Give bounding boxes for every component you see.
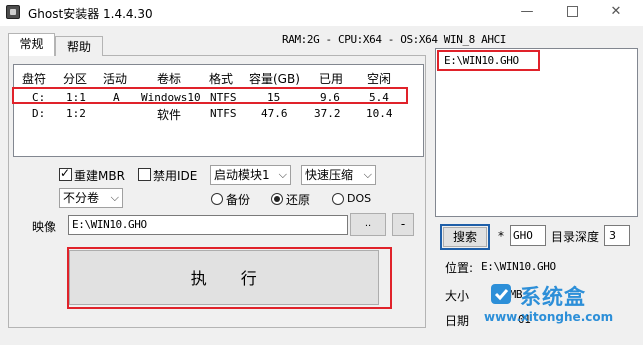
watermark-logo-icon [491,284,511,304]
compression-value: 快速压缩 [305,168,354,182]
restore-radio[interactable] [271,193,283,205]
location-label: 位置: [445,261,474,275]
chevron-down-icon: ⌵ [278,168,287,181]
boot-module-select[interactable]: 启动模块1 ⌵ [210,165,291,185]
column-header[interactable]: 容量(GB) [249,70,300,87]
maximize-button[interactable] [557,2,587,22]
disable-ide-checkbox[interactable] [138,168,151,181]
boot-module-value: 启动模块1 [214,168,270,182]
backup-radio[interactable] [211,193,223,205]
table-cell[interactable]: A [113,91,120,104]
split-volume-select[interactable]: 不分卷 ⌵ [59,188,123,208]
column-header[interactable]: 卷标 [157,70,181,87]
split-volume-value: 不分卷 [63,191,100,205]
compression-select[interactable]: 快速压缩 ⌵ [301,165,376,185]
table-cell[interactable]: 15 [267,91,280,104]
table-cell[interactable]: 5.4 [369,91,389,104]
backup-label[interactable]: 备份 [226,191,250,208]
minimize-button[interactable]: — [512,2,542,22]
dos-label[interactable]: DOS [347,192,371,205]
search-button[interactable]: 搜索 [443,227,487,247]
table-cell[interactable]: 软件 [157,106,181,123]
column-header[interactable]: 活动 [103,70,127,87]
chevron-down-icon: ⌵ [110,191,119,204]
table-cell[interactable]: NTFS [210,91,237,104]
rebuild-mbr-label[interactable]: 重建MBR [74,167,125,184]
disable-ide-label[interactable]: 禁用IDE [153,167,197,184]
tab-help[interactable]: 帮助 [55,36,103,56]
image-label: 映像 [32,220,57,234]
wildcard-label: * [498,229,504,243]
image-file-list[interactable] [435,48,638,217]
column-header[interactable]: 格式 [209,70,233,87]
chevron-down-icon: ⌵ [363,168,372,181]
close-button[interactable]: ✕ [601,2,631,22]
app-icon [6,5,20,19]
restore-label[interactable]: 还原 [286,191,310,208]
table-cell[interactable]: 1:1 [66,91,86,104]
image-path-input[interactable]: E:\WIN10.GHO [68,215,348,235]
dos-radio[interactable] [332,193,344,205]
column-header[interactable]: 盘符 [22,70,46,87]
table-cell[interactable]: 1:2 [66,107,86,120]
list-item[interactable]: E:\WIN10.GHO [444,54,519,67]
table-cell[interactable]: 9.6 [320,91,340,104]
column-header[interactable]: 空闲 [367,70,391,87]
tab-general[interactable]: 常规 [8,33,55,56]
depth-input[interactable]: 3 [604,225,630,246]
rebuild-mbr-checkbox[interactable] [59,166,72,181]
table-cell[interactable]: 47.6 [261,107,288,120]
execute-button[interactable]: 执 行 [69,250,379,305]
location-value: E:\WIN10.GHO [481,260,556,273]
maximize-icon [566,6,578,17]
size-label: 大小 [445,289,470,303]
browse-button[interactable]: .. [350,213,386,236]
system-info: RAM:2G - CPU:X64 - OS:X64 WIN_8 AHCI [282,33,507,46]
table-cell[interactable]: D: [32,107,45,120]
table-cell[interactable]: C: [32,91,45,104]
extension-input[interactable]: GHO [510,225,546,246]
table-cell[interactable]: 10.4 [366,107,393,120]
remove-button[interactable]: - [392,213,414,236]
table-cell[interactable]: Windows10 [141,91,201,104]
depth-label: 目录深度 [551,230,600,244]
date-label: 日期 [445,314,470,328]
column-header[interactable]: 已用 [319,70,343,87]
table-cell[interactable]: 37.2 [314,107,341,120]
table-cell[interactable]: NTFS [210,107,237,120]
watermark-url: www.xitonghe.com [484,310,614,324]
column-header[interactable]: 分区 [63,70,87,87]
watermark-brand: 系统盒 [520,285,586,309]
window-title: Ghost安装器 1.4.4.30 [28,7,153,21]
